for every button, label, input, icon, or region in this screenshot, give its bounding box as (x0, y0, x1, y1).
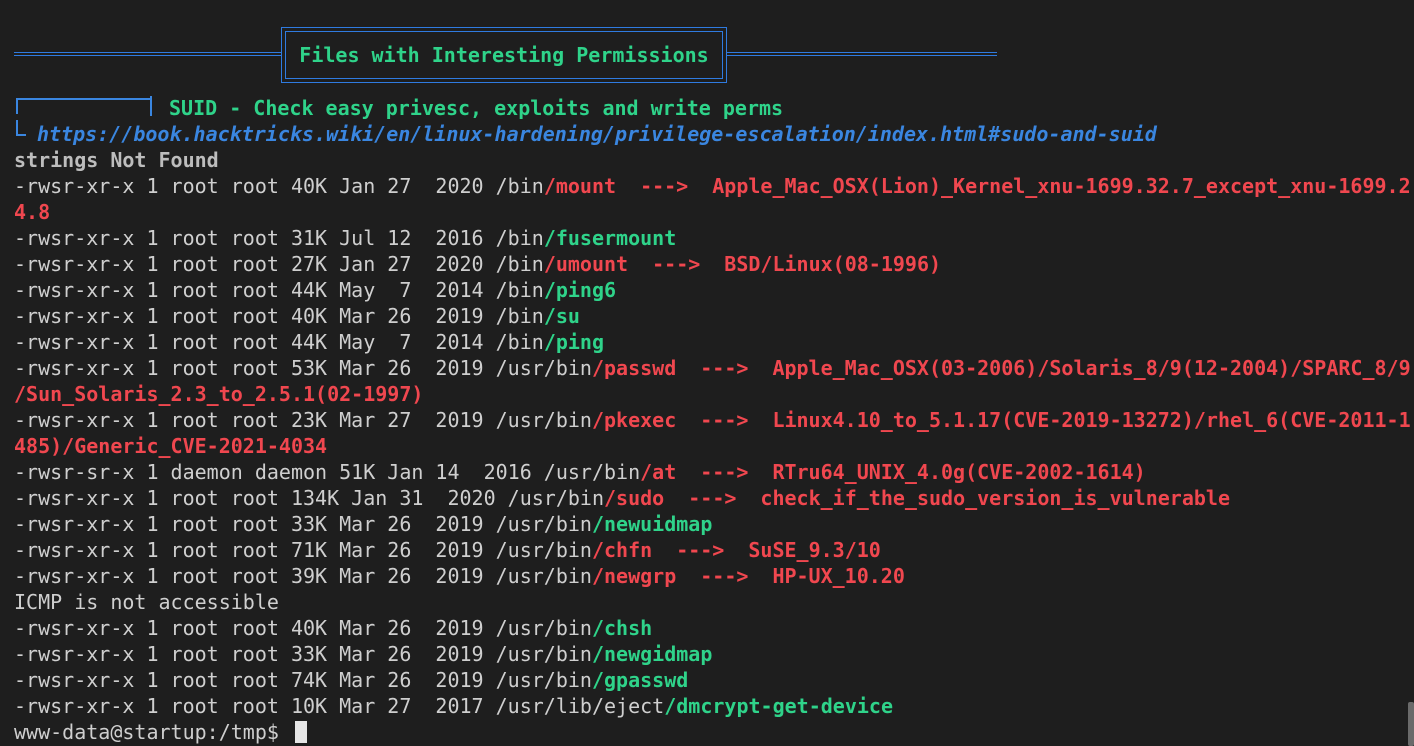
file-perms: -rwsr-xr-x 1 root root 44K May 7 2014 /b… (14, 278, 544, 302)
arrow: ---> (700, 408, 749, 432)
shell-prompt: www-data@startup:/tmp$ (14, 720, 291, 744)
notice-line: strings Not Found (14, 148, 219, 172)
arrow: ---> (676, 538, 725, 562)
file-perms: -rwsr-xr-x 1 root root 53K Mar 26 2019 /… (14, 356, 592, 380)
file-name: /chsh (591, 616, 653, 640)
file-name: /at (640, 460, 677, 484)
suid-file-row: -rwsr-sr-x 1 daemon daemon 51K Jan 14 20… (14, 459, 1146, 485)
section-title: SUID - Check easy privesc, exploits and … (169, 96, 784, 120)
file-name: /newgidmap (591, 642, 713, 666)
file-name: /newuidmap (591, 512, 713, 536)
suid-file-row: -rwsr-xr-x 1 root root 53K Mar 26 2019 /… (14, 355, 1411, 381)
file-perms: -rwsr-xr-x 1 root root 40K Mar 26 2019 /… (14, 616, 592, 640)
exploit-hint-wrap: 4.8 (14, 200, 51, 224)
section-bracket-tick (150, 96, 152, 116)
file-name: /mount (543, 174, 617, 198)
arrow: ---> (640, 174, 689, 198)
banner-title: Files with Interesting Permissions (285, 31, 723, 79)
exploit-hint: check_if_the_sudo_version_is_vulnerable (760, 486, 1231, 510)
file-name: /chfn (591, 538, 653, 562)
file-perms: -rwsr-xr-x 1 root root 44K May 7 2014 /b… (14, 330, 544, 354)
file-perms: -rwsr-xr-x 1 root root 10K Mar 27 2017 /… (14, 694, 665, 718)
suid-file-row: -rwsr-xr-x 1 root root 40K Jan 27 2020 /… (14, 173, 1411, 199)
message-line: ICMP is not accessible (14, 590, 279, 614)
suid-file-row: -rwsr-xr-x 1 root root 33K Mar 26 2019 /… (14, 641, 712, 667)
section-link[interactable]: https://book.hacktricks.wiki/en/linux-ha… (37, 121, 1157, 147)
suid-file-row: -rwsr-xr-x 1 root root 39K Mar 26 2019 /… (14, 563, 905, 589)
section-bracket-bottom (16, 120, 26, 136)
file-name: /sudo (604, 486, 665, 510)
file-name: /ping6 (543, 278, 617, 302)
file-name: /pkexec (591, 408, 677, 432)
suid-file-row: -rwsr-xr-x 1 root root 23K Mar 27 2019 /… (14, 407, 1411, 433)
suid-file-row: -rwsr-xr-x 1 root root 44K May 7 2014 /b… (14, 329, 604, 355)
file-perms: -rwsr-xr-x 1 root root 27K Jan 27 2020 /… (14, 252, 544, 276)
section-bracket-top (16, 98, 150, 114)
exploit-hint: HP-UX_10.20 (772, 564, 905, 588)
file-perms: -rwsr-xr-x 1 root root 134K Jan 31 2020 … (14, 486, 605, 510)
file-perms: -rwsr-xr-x 1 root root 33K Mar 26 2019 /… (14, 642, 592, 666)
file-perms: -rwsr-xr-x 1 root root 74K Mar 26 2019 /… (14, 668, 592, 692)
banner-rule-right (727, 52, 997, 56)
file-perms: -rwsr-sr-x 1 daemon daemon 51K Jan 14 20… (14, 460, 641, 484)
file-name: /dmcrypt-get-device (664, 694, 893, 718)
file-perms: -rwsr-xr-x 1 root root 71K Mar 26 2019 /… (14, 538, 592, 562)
file-name: /ping (543, 330, 605, 354)
suid-file-row: -rwsr-xr-x 1 root root 44K May 7 2014 /b… (14, 277, 616, 303)
exploit-hint-wrap: /Sun_Solaris_2.3_to_2.5.1(02-1997) (14, 382, 424, 406)
file-name: /umount (543, 252, 629, 276)
arrow: ---> (700, 564, 749, 588)
suid-file-row: -rwsr-xr-x 1 root root 31K Jul 12 2016 /… (14, 225, 676, 251)
scrollbar-thumb[interactable] (1408, 702, 1414, 746)
suid-file-row: -rwsr-xr-x 1 root root 74K Mar 26 2019 /… (14, 667, 688, 693)
suid-file-row: -rwsr-xr-x 1 root root 134K Jan 31 2020 … (14, 485, 1230, 511)
banner-box: Files with Interesting Permissions (281, 27, 727, 83)
exploit-hint-wrap: 485)/Generic_CVE-2021-4034 (14, 434, 328, 458)
file-perms: -rwsr-xr-x 1 root root 31K Jul 12 2016 /… (14, 226, 544, 250)
exploit-hint: Apple_Mac_OSX(Lion)_Kernel_xnu-1699.32.7… (712, 174, 1411, 198)
exploit-hint: Apple_Mac_OSX(03-2006)/Solaris_8/9(12-20… (772, 356, 1411, 380)
prompt-line[interactable]: www-data@startup:/tmp$ (14, 719, 307, 745)
suid-file-row: -rwsr-xr-x 1 root root 10K Mar 27 2017 /… (14, 693, 893, 719)
arrow: ---> (700, 460, 749, 484)
arrow: ---> (688, 486, 737, 510)
arrow: ---> (652, 252, 701, 276)
suid-file-row: -rwsr-xr-x 1 root root 40K Mar 26 2019 /… (14, 303, 580, 329)
exploit-hint: Linux4.10_to_5.1.17(CVE-2019-13272)/rhel… (772, 408, 1411, 432)
suid-file-row: -rwsr-xr-x 1 root root 71K Mar 26 2019 /… (14, 537, 881, 563)
exploit-hint: RTru64_UNIX_4.0g(CVE-2002-1614) (772, 460, 1146, 484)
terminal-window[interactable]: Files with Interesting Permissions SUID … (0, 0, 1414, 746)
exploit-hint: BSD/Linux(08-1996) (724, 252, 942, 276)
file-name: /su (543, 304, 580, 328)
text-cursor (294, 721, 307, 743)
suid-file-row: -rwsr-xr-x 1 root root 40K Mar 26 2019 /… (14, 615, 652, 641)
banner-rule-left (14, 52, 281, 56)
arrow: ---> (700, 356, 749, 380)
file-perms: -rwsr-xr-x 1 root root 39K Mar 26 2019 /… (14, 564, 592, 588)
file-perms: -rwsr-xr-x 1 root root 33K Mar 26 2019 /… (14, 512, 592, 536)
file-name: /gpasswd (591, 668, 689, 692)
suid-file-row: -rwsr-xr-x 1 root root 27K Jan 27 2020 /… (14, 251, 941, 277)
file-name: /newgrp (591, 564, 677, 588)
file-perms: -rwsr-xr-x 1 root root 23K Mar 27 2019 /… (14, 408, 592, 432)
exploit-hint: SuSE_9.3/10 (748, 538, 881, 562)
file-perms: -rwsr-xr-x 1 root root 40K Mar 26 2019 /… (14, 304, 544, 328)
file-name: /passwd (591, 356, 677, 380)
file-perms: -rwsr-xr-x 1 root root 40K Jan 27 2020 /… (14, 174, 544, 198)
file-name: /fusermount (543, 226, 677, 250)
suid-file-row: -rwsr-xr-x 1 root root 33K Mar 26 2019 /… (14, 511, 712, 537)
